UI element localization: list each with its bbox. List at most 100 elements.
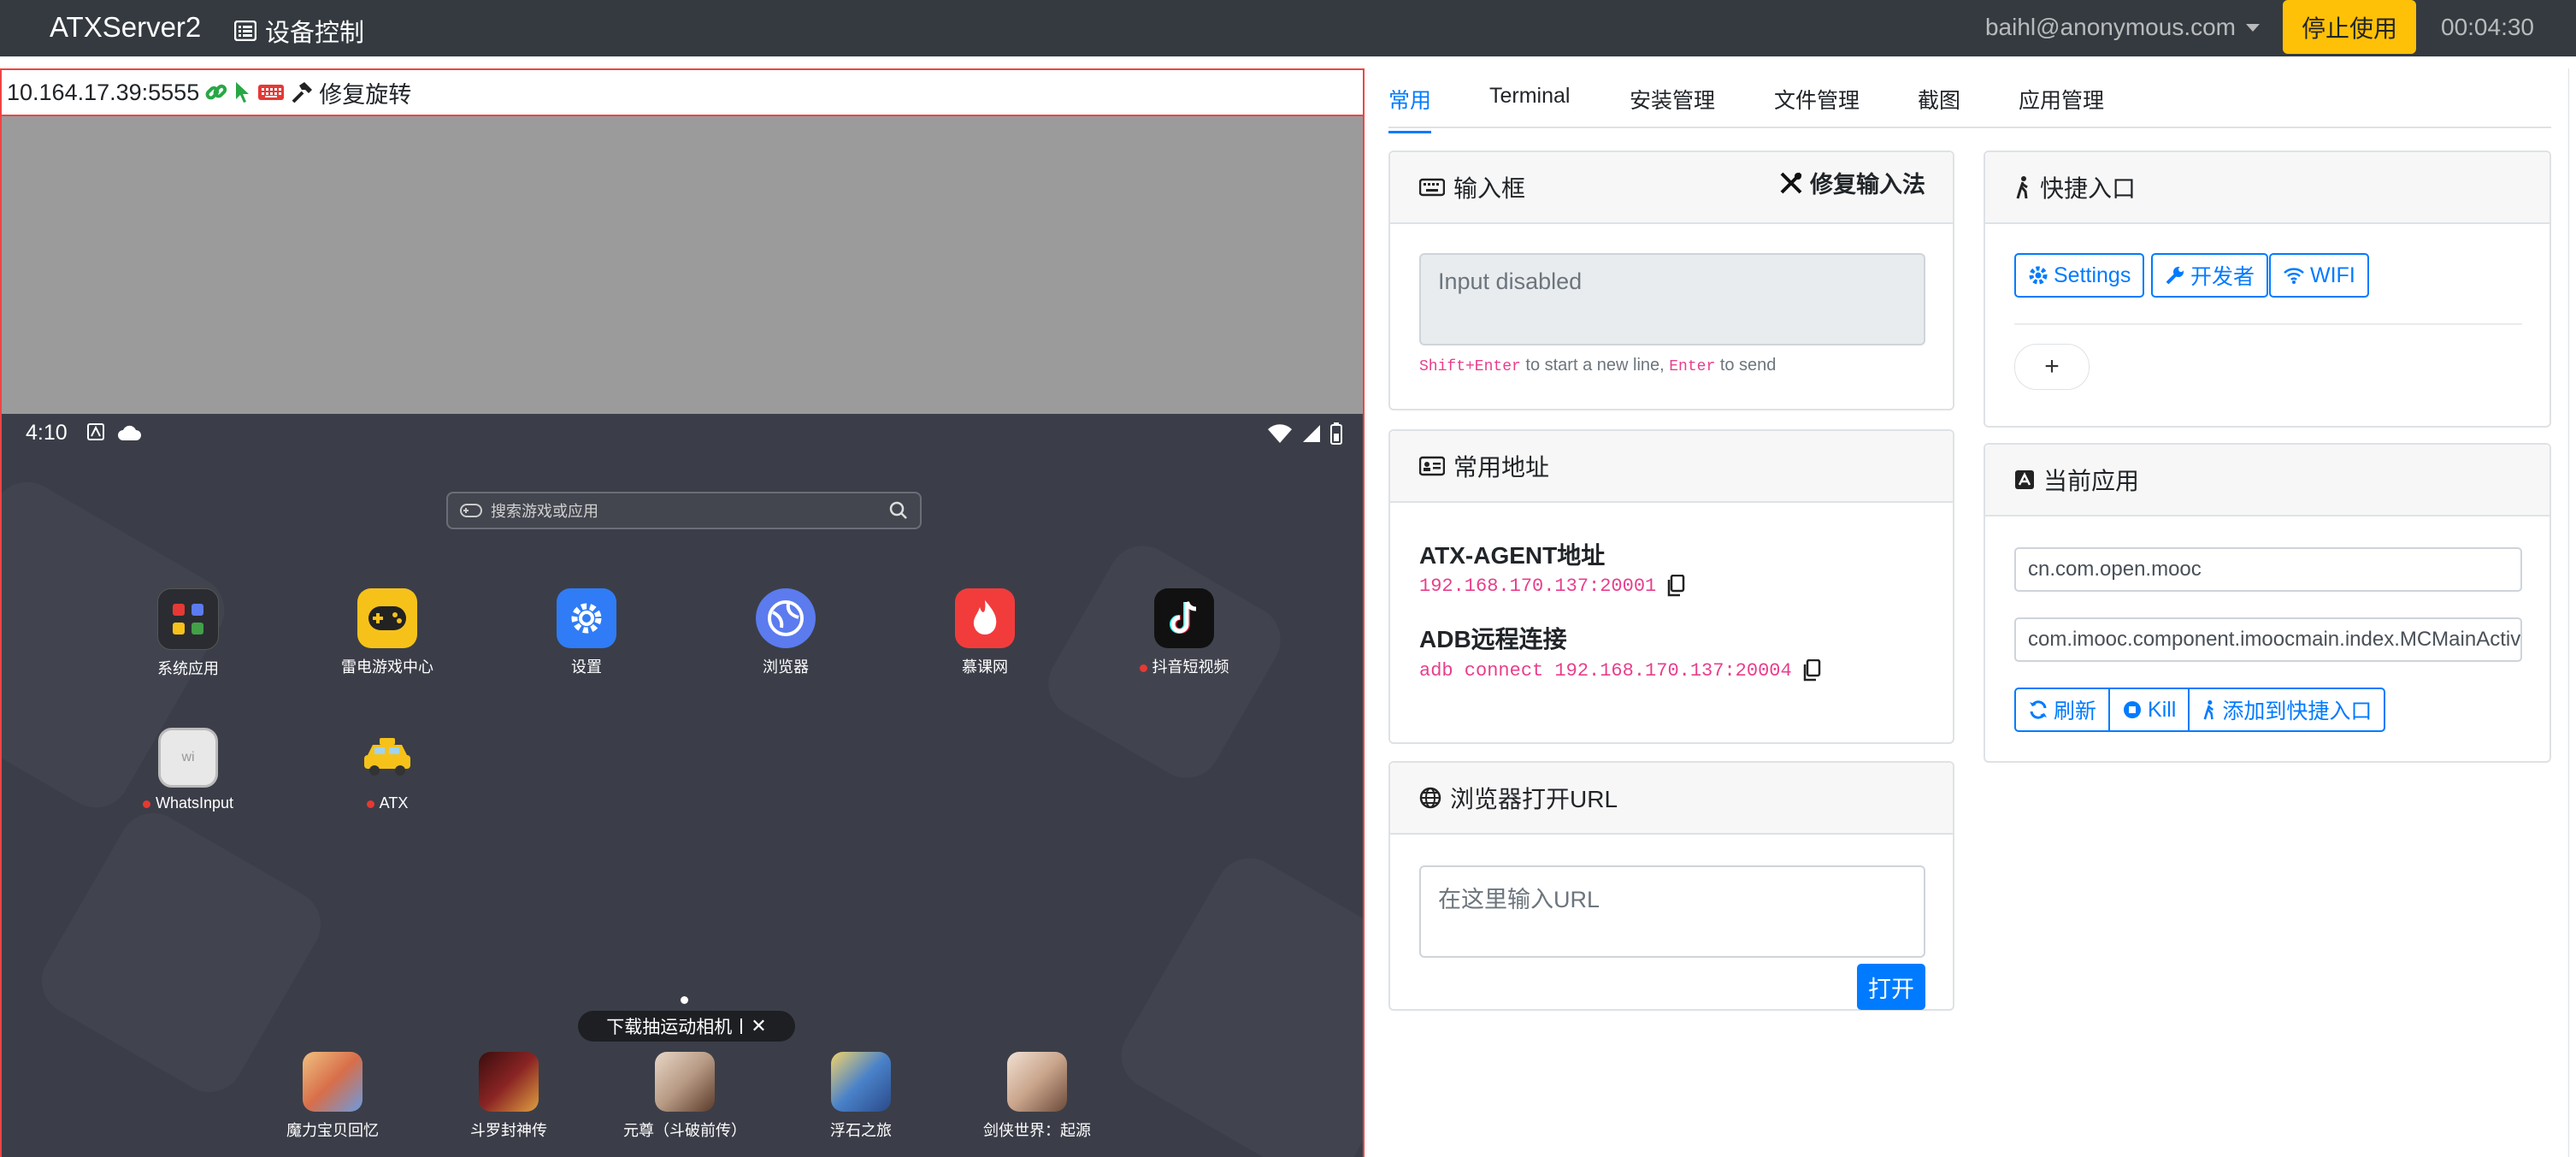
app-mooc[interactable]: 慕课网 [908,588,1062,677]
app-tiktok[interactable]: 抖音短视频 [1107,588,1261,677]
kill-button[interactable]: Kill [2108,688,2190,732]
tab-app-manage[interactable]: 应用管理 [2019,84,2104,115]
dock-app-2[interactable]: 斗罗封神传 [432,1052,586,1141]
stop-using-button[interactable]: 停止使用 [2283,0,2416,54]
game-icon [303,1052,363,1112]
search-icon[interactable] [889,501,908,520]
status-notification-icons [87,423,142,442]
pointer-icon[interactable] [233,80,252,104]
hint-key-shift-enter: Shift+Enter [1419,358,1521,375]
url-input[interactable]: 在这里输入URL [1419,865,1925,958]
tiktok-app-icon [1154,588,1214,648]
globe-icon [1419,787,1441,809]
app-label: 元尊（斗破前传） [623,1122,746,1139]
dock-app-3[interactable]: 元尊（斗破前传） [608,1052,762,1141]
user-email: baihl@anonymous.com [1984,14,2236,40]
tab-bar: 常用 Terminal 安装管理 文件管理 截图 应用管理 [1388,79,2551,133]
cloud-icon [118,425,141,440]
app-atx[interactable]: ATX [310,728,464,812]
open-url-button[interactable]: 打开 [1857,964,1925,1010]
walking-icon [2203,700,2214,720]
notification-dot [1139,664,1147,672]
device-screen[interactable]: 4:10 搜索游戏或应用 系统应用 雷电游戏中心 设置 浏览器 慕课网 抖音短视… [2,414,1363,1157]
device-address-bar: 10.164.17.39:5555 修复旋转 [0,68,1365,116]
settings-shortcut-button[interactable]: Settings [2014,253,2145,298]
shortcut-card: 快捷入口 Settings 开发者 WIFI + [1984,151,2551,428]
input-card-title: 输入框 [1453,175,1526,202]
wallpaper-shape [1109,846,1363,1157]
shortcut-card-title: 快捷入口 [2040,175,2137,202]
copy-icon[interactable] [1802,659,1821,682]
adb-connect-value: adb connect 192.168.170.137:20004 [1419,659,1792,682]
add-shortcut-button[interactable]: + [2014,344,2090,390]
tab-install[interactable]: 安装管理 [1630,84,1715,115]
developer-shortcut-button[interactable]: 开发者 [2151,253,2269,298]
fix-input-button[interactable]: 修复输入法 [1779,166,1925,199]
game-icon [1007,1052,1067,1112]
tab-files[interactable]: 文件管理 [1774,84,1860,115]
agent-address-value: 192.168.170.137:20001 [1419,575,1657,597]
app-store-icon [2015,470,2034,489]
wrench-icon [2166,267,2184,285]
app-system-apps[interactable]: 系统应用 [111,588,265,679]
gamepad-app-icon [357,588,417,648]
close-icon[interactable]: ✕ [751,1015,766,1037]
fix-rotation-button[interactable]: 修复旋转 [319,76,411,109]
dock-app-4[interactable]: 浮石之旅 [784,1052,938,1141]
wifi-shortcut-label: WIFI [2310,263,2355,287]
tools-icon [1780,172,1802,193]
download-toast[interactable]: 下载抽运动相机 ✕ [578,1011,795,1042]
status-time: 4:10 [26,421,68,445]
package-name-field[interactable]: cn.com.open.mooc [2014,547,2522,592]
link-icon[interactable] [204,80,228,104]
activity-name-field[interactable]: com.imooc.component.imoocmain.index.MCMa… [2014,617,2522,662]
mooc-app-icon [955,588,1015,648]
signal-icon [1303,425,1320,442]
game-icon [479,1052,539,1112]
app-label: 抖音短视频 [1152,658,1229,676]
caret-down-icon [2246,23,2260,32]
atx-taxi-icon [357,728,417,788]
kill-label: Kill [2148,697,2177,722]
hammer-icon [292,82,313,103]
copy-icon[interactable] [1666,575,1685,597]
developer-shortcut-label: 开发者 [2190,265,2255,289]
launcher-search-placeholder: 搜索游戏或应用 [491,503,598,520]
user-dropdown[interactable]: baihl@anonymous.com [1985,14,2260,41]
list-icon [234,21,256,41]
notification-dot [142,800,150,808]
dock-app-5[interactable]: 剑侠世界：起源 [960,1052,1114,1141]
gamepad-icon [460,504,482,517]
gear-icon [2029,266,2048,285]
brand-link[interactable]: ATXServer2 [50,11,201,44]
keyboard-icon[interactable] [257,82,285,103]
device-address: 10.164.17.39:5555 [7,79,200,105]
status-system-icons [1267,422,1342,445]
navbar: ATXServer2 设备控制 baihl@anonymous.com 停止使用… [0,0,2576,56]
address-card: 常用地址 ATX-AGENT地址 192.168.170.137:20001 A… [1388,429,1954,744]
launcher-search-box[interactable]: 搜索游戏或应用 [446,492,922,529]
refresh-button[interactable]: 刷新 [2014,688,2111,732]
device-control-link[interactable]: 设备控制 [234,13,364,49]
tab-screenshot[interactable]: 截图 [1918,84,1960,115]
open-url-card-title: 浏览器打开URL [1450,786,1618,812]
app-settings[interactable]: 设置 [510,588,663,677]
app-label: WhatsInput [155,794,234,812]
agent-address-label: ATX-AGENT地址 [1419,542,1606,569]
tab-terminal[interactable]: Terminal [1489,84,1570,109]
shortcut-card-header: 快捷入口 [1985,152,2549,224]
add-to-shortcut-button[interactable]: 添加到快捷入口 [2188,688,2386,732]
settings-shortcut-label: Settings [2054,263,2131,287]
text-input-box[interactable]: Input disabled [1419,253,1925,345]
toast-divider [740,1018,743,1034]
input-card-header: 输入框 修复输入法 [1390,152,1953,224]
dock-app-1[interactable]: 魔力宝贝回忆 [256,1052,410,1141]
app-whatsinput[interactable]: wi WhatsInput [111,728,265,812]
game-icon [831,1052,891,1112]
tab-common[interactable]: 常用 [1388,84,1432,133]
wifi-shortcut-button[interactable]: WIFI [2269,253,2369,298]
app-leidian-game-center[interactable]: 雷电游戏中心 [310,588,464,677]
app-browser[interactable]: 浏览器 [709,588,863,677]
current-app-actions: 刷新 Kill 添加到快捷入口 [2014,688,2386,732]
page-edge [2568,68,2576,1157]
